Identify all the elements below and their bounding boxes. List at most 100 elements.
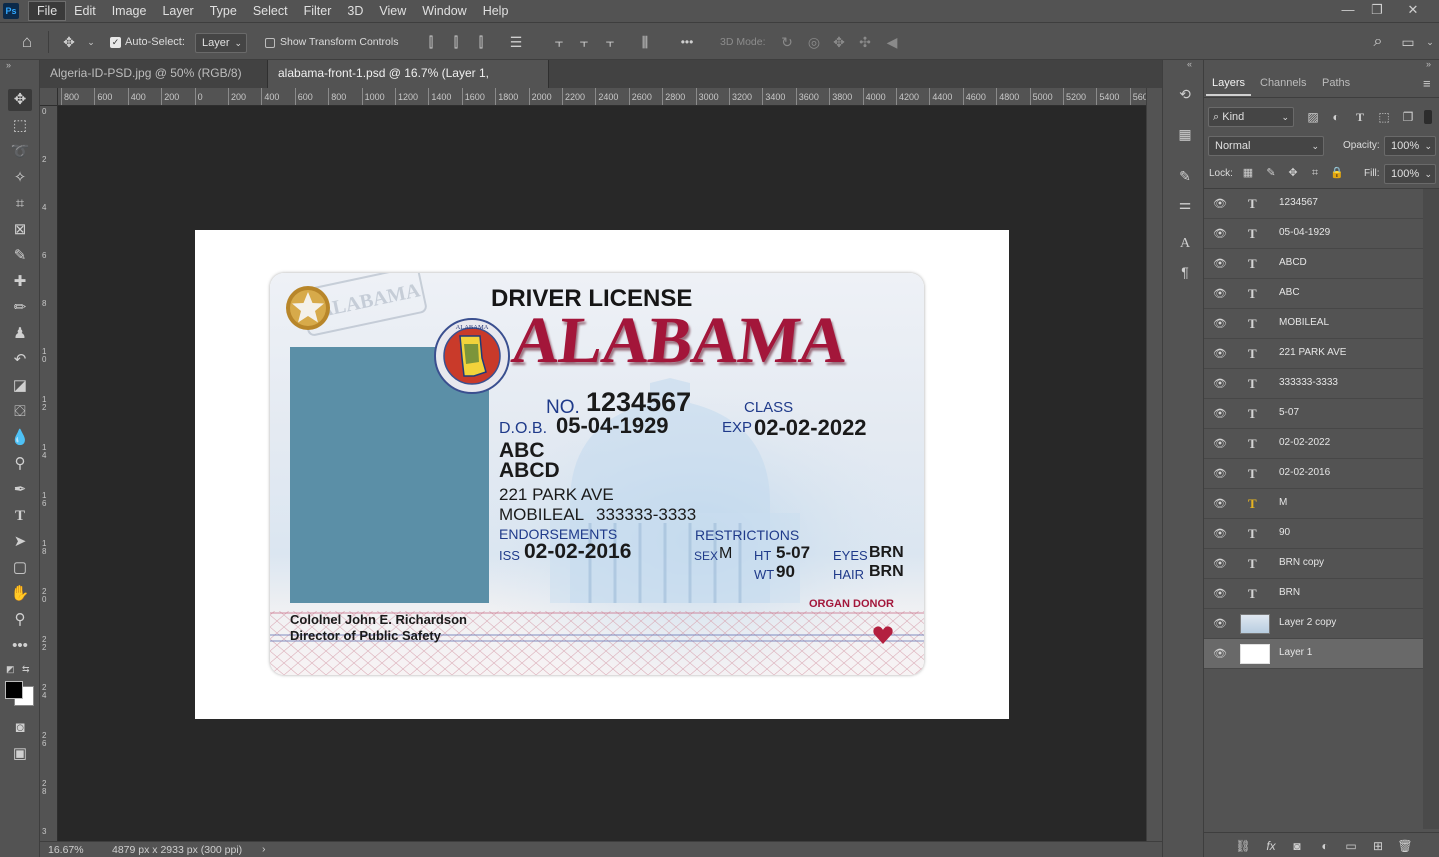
chevron-down-icon[interactable]: ⌄	[82, 33, 100, 51]
visibility-eye-icon[interactable]: 👁	[1212, 196, 1228, 212]
visibility-eye-icon[interactable]: 👁	[1212, 496, 1228, 512]
layer-row[interactable]: 👁 T BRN copy	[1204, 549, 1423, 579]
menu-layer[interactable]: Layer	[154, 0, 201, 22]
crop-tool-icon[interactable]: ⌗	[8, 193, 32, 215]
lock-all-icon[interactable]: 🔒	[1328, 164, 1346, 182]
lock-position-icon[interactable]: ✥	[1284, 164, 1302, 182]
opacity-input[interactable]: 100% ⌄	[1384, 136, 1436, 156]
blur-tool-icon[interactable]: 💧	[8, 427, 32, 449]
filter-adjustment-icon[interactable]: ◐	[1327, 108, 1345, 126]
layer-row[interactable]: 👁 T 90	[1204, 519, 1423, 549]
libraries-panel-icon[interactable]: ▦	[1175, 124, 1195, 144]
zoom-tool-icon[interactable]: ⚲	[8, 609, 32, 631]
rectangle-tool-icon[interactable]: ▢	[8, 557, 32, 579]
filter-shape-icon[interactable]: ⬚	[1375, 108, 1393, 126]
tab-algeria-id[interactable]: Algeria-ID-PSD.jpg @ 50% (RGB/8) *✕	[40, 60, 268, 106]
screen-mode-icon[interactable]: ▣	[8, 743, 32, 765]
visibility-eye-icon[interactable]: 👁	[1212, 646, 1228, 662]
workspace-icon[interactable]: ▭	[1399, 33, 1417, 51]
menu-type[interactable]: Type	[202, 0, 245, 22]
layer-row[interactable]: 👁 T 333333-3333	[1204, 369, 1423, 399]
minimize-button[interactable]: —	[1333, 0, 1363, 22]
new-layer-icon[interactable]: ⊞	[1369, 837, 1387, 855]
collapse-toolbar-icon[interactable]: »	[6, 60, 11, 70]
visibility-eye-icon[interactable]: 👁	[1212, 256, 1228, 272]
brush-tool-icon[interactable]: ✏	[8, 297, 32, 319]
align-right-icon[interactable]: ⫿	[472, 33, 490, 51]
tab-paths[interactable]: Paths	[1316, 70, 1356, 96]
path-selection-tool-icon[interactable]: ➤	[8, 531, 32, 553]
layer-row[interactable]: 👁 T ABCD	[1204, 249, 1423, 279]
magic-wand-tool-icon[interactable]: ✧	[8, 167, 32, 189]
layer-row[interactable]: 👁 T 05-04-1929	[1204, 219, 1423, 249]
menu-edit[interactable]: Edit	[66, 0, 104, 22]
menu-3d[interactable]: 3D	[339, 0, 371, 22]
visibility-eye-icon[interactable]: 👁	[1212, 316, 1228, 332]
expand-panels-icon[interactable]: «	[1187, 59, 1192, 69]
visibility-eye-icon[interactable]: 👁	[1212, 406, 1228, 422]
filter-toggle[interactable]	[1424, 110, 1432, 124]
layers-scrollbar[interactable]	[1423, 189, 1439, 829]
menu-filter[interactable]: Filter	[296, 0, 340, 22]
visibility-eye-icon[interactable]: 👁	[1212, 526, 1228, 542]
horizontal-ruler[interactable]: 800 600 400 200 0 200 400 600 800 1000 1200 1400 160…	[58, 88, 1146, 106]
lock-image-icon[interactable]: ✎	[1262, 164, 1280, 182]
foreground-color-swatch[interactable]	[5, 681, 23, 699]
tab-alabama-front[interactable]: alabama-front-1.psd @ 16.7% (Layer 1, RG…	[268, 60, 549, 106]
visibility-eye-icon[interactable]: 👁	[1212, 616, 1228, 632]
layer-row[interactable]: 👁 T 5-07	[1204, 399, 1423, 429]
healing-brush-tool-icon[interactable]: ✚	[8, 271, 32, 293]
layer-row[interactable]: 👁 T ABC	[1204, 279, 1423, 309]
status-menu-arrow[interactable]: ›	[262, 843, 266, 855]
paragraph-panel-icon[interactable]: ¶	[1175, 262, 1195, 282]
align-bottom-icon[interactable]: ⫟	[601, 33, 619, 51]
brush-settings-icon[interactable]: ✎	[1175, 166, 1195, 186]
delete-layer-icon[interactable]: 🗑	[1396, 837, 1414, 855]
lasso-tool-icon[interactable]: ➰	[8, 141, 32, 163]
menu-view[interactable]: View	[371, 0, 414, 22]
layer-row[interactable]: 👁 T 02-02-2022	[1204, 429, 1423, 459]
visibility-eye-icon[interactable]: 👁	[1212, 376, 1228, 392]
filter-smart-object-icon[interactable]: ❐	[1399, 108, 1417, 126]
pen-tool-icon[interactable]: ✒	[8, 479, 32, 501]
tab-channels[interactable]: Channels	[1254, 70, 1312, 96]
menu-image[interactable]: Image	[104, 0, 155, 22]
link-layers-icon[interactable]: ⛓	[1234, 837, 1252, 855]
layer-row[interactable]: 👁 T MOBILEAL	[1204, 309, 1423, 339]
new-group-icon[interactable]: ▭	[1342, 837, 1360, 855]
align-left-icon[interactable]: ⫿	[422, 33, 440, 51]
workspace-chevron-icon[interactable]: ⌄	[1421, 33, 1439, 51]
menu-file[interactable]: File	[28, 1, 67, 21]
layer-row[interactable]: 👁 Layer 1	[1204, 639, 1423, 669]
layer-row[interactable]: 👁 T M	[1204, 489, 1423, 519]
clone-stamp-tool-icon[interactable]: ♟	[8, 323, 32, 345]
visibility-eye-icon[interactable]: 👁	[1212, 466, 1228, 482]
eyedropper-tool-icon[interactable]: ✎	[8, 245, 32, 267]
show-transform-checkbox[interactable]	[265, 38, 275, 48]
visibility-eye-icon[interactable]: 👁	[1212, 436, 1228, 452]
document-canvas[interactable]: ALABAMA ALABAMA DRIVER LICENSE ALABAMA N…	[195, 230, 1009, 719]
edit-toolbar-icon[interactable]: •••	[8, 635, 32, 657]
visibility-eye-icon[interactable]: 👁	[1212, 556, 1228, 572]
character-panel-icon[interactable]: A	[1175, 234, 1195, 254]
vertical-ruler[interactable]: 0 2 4 6 8 1 0 1 2 1 4 1 6 1 8 2 0 2 2 2 4 2 6 2 8 3	[40, 106, 58, 841]
layer-row[interactable]: 👁 Layer 2 copy	[1204, 609, 1423, 639]
visibility-eye-icon[interactable]: 👁	[1212, 586, 1228, 602]
auto-select-target-dropdown[interactable]: Layer ⌄	[195, 33, 247, 53]
close-window-button[interactable]: ✕	[1398, 0, 1428, 22]
menu-select[interactable]: Select	[245, 0, 296, 22]
ruler-origin[interactable]	[40, 88, 58, 106]
home-icon[interactable]: ⌂	[18, 33, 36, 51]
frame-tool-icon[interactable]: ⊠	[8, 219, 32, 241]
distribute-vertical-icon[interactable]: ⫼	[636, 33, 654, 51]
layer-row[interactable]: 👁 T 221 PARK AVE	[1204, 339, 1423, 369]
new-adjustment-layer-icon[interactable]: ◐	[1316, 837, 1334, 855]
search-icon[interactable]: ⌕	[1369, 33, 1387, 51]
align-middle-icon[interactable]: ⫟	[575, 33, 593, 51]
collapse-panel-icon[interactable]: »	[1426, 59, 1431, 69]
more-options-icon[interactable]: •••	[678, 33, 696, 51]
adjustments-panel-icon[interactable]: ⚌	[1175, 194, 1195, 214]
filter-type-icon[interactable]: T	[1351, 108, 1369, 126]
history-brush-tool-icon[interactable]: ↶	[8, 349, 32, 371]
zoom-level[interactable]: 16.67%	[48, 844, 84, 856]
